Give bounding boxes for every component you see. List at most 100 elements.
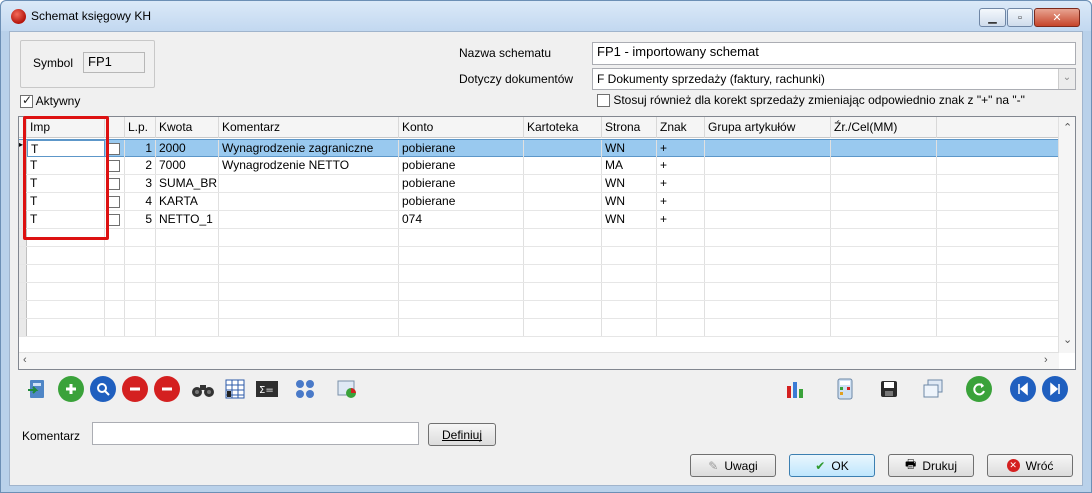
minimize-button[interactable]: ▁ xyxy=(979,8,1006,27)
title-bar[interactable]: Schemat księgowy KH ▁ ▫ ✕ xyxy=(1,1,1091,31)
maximize-button[interactable]: ▫ xyxy=(1007,8,1033,27)
cell-konto[interactable] xyxy=(399,319,524,336)
cell-kartoteka[interactable] xyxy=(524,140,602,157)
cell-grupa[interactable] xyxy=(705,265,831,282)
refresh-icon[interactable] xyxy=(966,376,992,402)
cell-kwota[interactable]: 7000 xyxy=(156,157,219,174)
row-indicator[interactable] xyxy=(19,193,27,210)
table-row[interactable] xyxy=(19,265,1059,283)
cell-check[interactable] xyxy=(105,157,125,174)
cell-kartoteka[interactable] xyxy=(524,247,602,264)
cell-kartoteka[interactable] xyxy=(524,265,602,282)
cell-konto[interactable]: pobierane xyxy=(399,175,524,192)
cell-konto[interactable]: 074 xyxy=(399,211,524,228)
cell-strona[interactable] xyxy=(602,247,657,264)
horizontal-scrollbar[interactable]: ‹ › xyxy=(19,352,1059,369)
cell-imp[interactable]: T xyxy=(27,140,105,157)
row-indicator[interactable] xyxy=(19,283,27,300)
cell-grupa[interactable] xyxy=(705,229,831,246)
cell-kartoteka[interactable] xyxy=(524,319,602,336)
docs-select[interactable]: F Dokumenty sprzedaży (faktury, rachunki… xyxy=(592,68,1076,90)
corrections-checkbox[interactable]: Stosuj również dla korekt sprzedaży zmie… xyxy=(597,93,1025,108)
delete-icon[interactable] xyxy=(122,376,148,402)
cell-lp[interactable] xyxy=(125,301,156,318)
cell-lp[interactable]: 3 xyxy=(125,175,156,192)
table-row[interactable]: T 2 7000 Wynagrodzenie NETTO pobierane MA + xyxy=(19,157,1059,175)
cell-lp[interactable] xyxy=(125,283,156,300)
back-button[interactable]: ✕ Wróć xyxy=(987,454,1073,477)
cell-komentarz[interactable]: Wynagrodzenie NETTO xyxy=(219,157,399,174)
structure-icon[interactable] xyxy=(292,376,318,402)
cell-check[interactable] xyxy=(105,247,125,264)
table-row[interactable] xyxy=(19,301,1059,319)
cell-lp[interactable]: 1 xyxy=(125,140,156,157)
cell-strona[interactable] xyxy=(602,301,657,318)
cell-imp[interactable] xyxy=(27,229,105,246)
table-row[interactable]: ▸ T 1 2000 Wynagrodzenie zagraniczne pobieran… xyxy=(19,139,1059,157)
row-checkbox[interactable] xyxy=(108,213,120,226)
cell-komentarz[interactable] xyxy=(219,175,399,192)
cell-konto[interactable] xyxy=(399,265,524,282)
cell-znak[interactable] xyxy=(657,265,705,282)
name-field[interactable]: FP1 - importowany schemat xyxy=(592,42,1076,65)
calculator-icon[interactable] xyxy=(832,376,858,402)
cell-komentarz[interactable] xyxy=(219,301,399,318)
cell-check[interactable] xyxy=(105,175,125,192)
cell-imp[interactable] xyxy=(27,319,105,336)
cell-znak[interactable]: + xyxy=(657,175,705,192)
cell-kwota[interactable]: KARTA xyxy=(156,193,219,210)
cell-lp[interactable]: 4 xyxy=(125,193,156,210)
cell-kwota[interactable] xyxy=(156,283,219,300)
cell-grupa[interactable] xyxy=(705,157,831,174)
cell-komentarz[interactable] xyxy=(219,247,399,264)
import-icon[interactable] xyxy=(24,376,50,402)
cell-kartoteka[interactable] xyxy=(524,211,602,228)
cell-znak[interactable]: + xyxy=(657,211,705,228)
row-indicator[interactable] xyxy=(19,157,27,174)
cell-kwota[interactable] xyxy=(156,229,219,246)
ok-button[interactable]: ✔ OK xyxy=(789,454,875,477)
cell-konto[interactable] xyxy=(399,283,524,300)
cell-konto[interactable] xyxy=(399,229,524,246)
cell-strona[interactable] xyxy=(602,265,657,282)
cell-znak[interactable] xyxy=(657,319,705,336)
cell-strona[interactable] xyxy=(602,319,657,336)
cell-znak[interactable] xyxy=(657,247,705,264)
cell-grupa[interactable] xyxy=(705,247,831,264)
row-checkbox[interactable] xyxy=(108,177,120,190)
cell-imp[interactable] xyxy=(27,283,105,300)
cell-imp[interactable]: T xyxy=(27,157,105,174)
cell-zrcel[interactable] xyxy=(831,301,937,318)
cell-komentarz[interactable]: Wynagrodzenie zagraniczne xyxy=(219,140,399,157)
cell-znak[interactable] xyxy=(657,283,705,300)
formula-icon[interactable]: Σ= xyxy=(254,376,280,402)
cell-lp[interactable] xyxy=(125,319,156,336)
previous-record-icon[interactable] xyxy=(1010,376,1036,402)
cell-znak[interactable]: + xyxy=(657,140,705,157)
cell-kwota[interactable]: SUMA_BR xyxy=(156,175,219,192)
cell-kartoteka[interactable] xyxy=(524,283,602,300)
row-indicator[interactable] xyxy=(19,301,27,318)
cell-strona[interactable] xyxy=(602,229,657,246)
cell-komentarz[interactable] xyxy=(219,265,399,282)
column-header-znak[interactable]: Znak xyxy=(657,117,705,138)
print-button[interactable]: 🖶 Drukuj xyxy=(888,454,974,477)
cell-check[interactable] xyxy=(105,140,125,157)
table-row[interactable] xyxy=(19,247,1059,265)
cell-strona[interactable]: WN xyxy=(602,175,657,192)
cell-imp[interactable] xyxy=(27,301,105,318)
cell-komentarz[interactable] xyxy=(219,319,399,336)
cell-konto[interactable] xyxy=(399,247,524,264)
cell-kwota[interactable] xyxy=(156,265,219,282)
cell-konto[interactable]: pobierane xyxy=(399,193,524,210)
cell-strona[interactable]: MA xyxy=(602,157,657,174)
row-indicator[interactable] xyxy=(19,265,27,282)
cell-kwota[interactable]: NETTO_1 xyxy=(156,211,219,228)
next-record-icon[interactable] xyxy=(1042,376,1068,402)
column-header-kwota[interactable]: Kwota xyxy=(156,117,219,138)
cell-zrcel[interactable] xyxy=(831,211,937,228)
cell-kartoteka[interactable] xyxy=(524,175,602,192)
cell-grupa[interactable] xyxy=(705,140,831,157)
column-header-strona[interactable]: Strona xyxy=(602,117,657,138)
cell-imp[interactable] xyxy=(27,247,105,264)
